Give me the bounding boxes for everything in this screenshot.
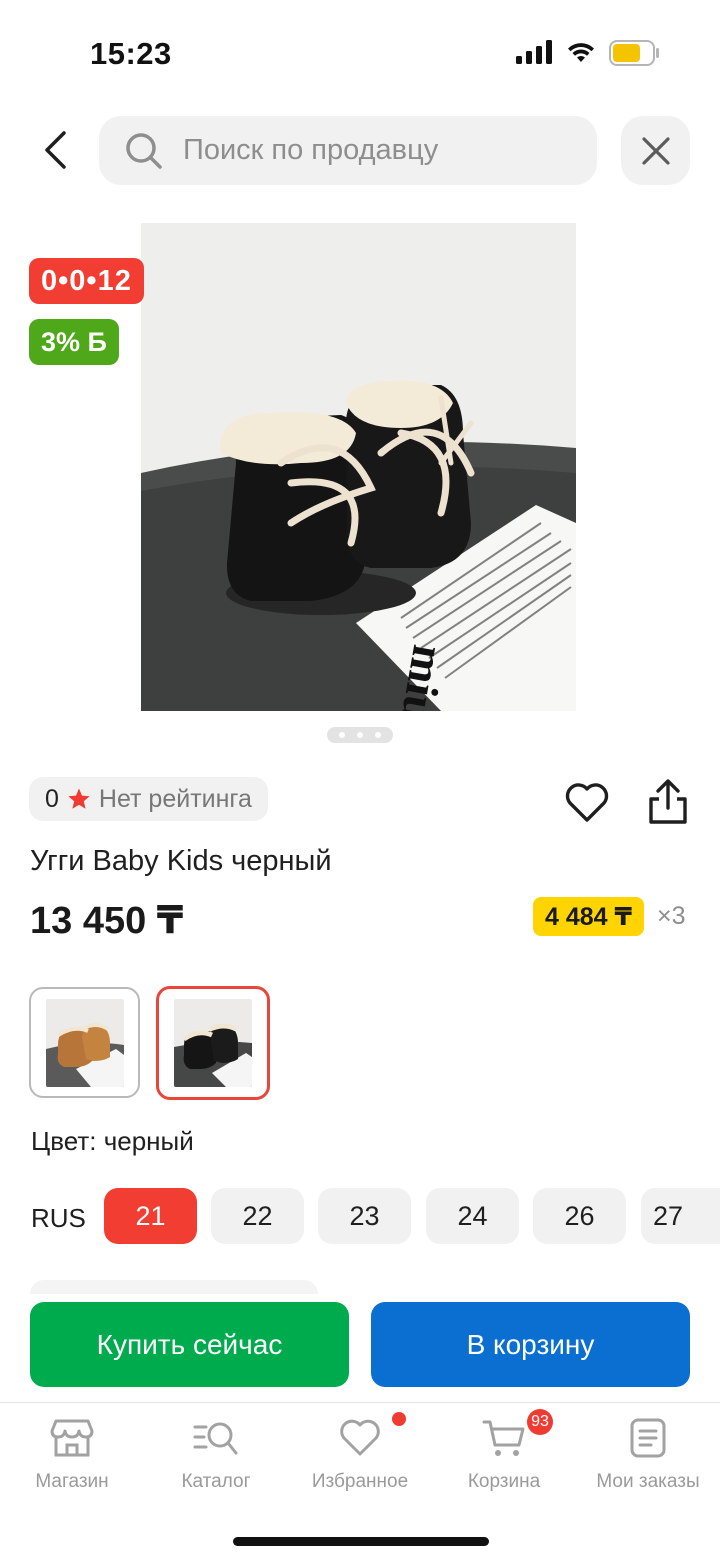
buy-now-button[interactable]: Купить сейчас bbox=[30, 1302, 349, 1387]
close-button[interactable] bbox=[621, 116, 690, 185]
size-option[interactable]: 26 bbox=[533, 1188, 626, 1244]
catalog-icon bbox=[193, 1422, 238, 1455]
color-option-black[interactable] bbox=[156, 986, 270, 1100]
size-option[interactable]: 24 bbox=[426, 1188, 519, 1244]
heart-icon bbox=[565, 783, 609, 822]
home-indicator[interactable] bbox=[233, 1537, 489, 1546]
share-button[interactable] bbox=[645, 778, 691, 826]
size-option[interactable]: 27 bbox=[641, 1188, 720, 1244]
search-input[interactable] bbox=[183, 134, 563, 167]
status-time: 15:23 bbox=[90, 36, 172, 71]
installment-multiplier: ×3 bbox=[657, 902, 686, 930]
tab-catalog[interactable]: Каталог bbox=[144, 1417, 288, 1493]
chevron-left-icon bbox=[45, 131, 66, 169]
share-icon bbox=[649, 779, 687, 824]
tab-label: Каталог bbox=[181, 1471, 251, 1492]
color-option-brown[interactable] bbox=[29, 987, 140, 1098]
add-to-cart-button[interactable]: В корзину bbox=[371, 1302, 690, 1387]
status-bar: 15:23 bbox=[0, 0, 720, 100]
store-icon bbox=[50, 1419, 94, 1457]
installment-price-badge[interactable]: 4 484 ₸ bbox=[533, 897, 644, 936]
tab-label: Корзина bbox=[467, 1471, 541, 1492]
cashback-badge: 3% Б bbox=[29, 319, 119, 365]
tab-label: Мои заказы bbox=[596, 1471, 700, 1492]
cart-icon bbox=[482, 1420, 525, 1456]
rating-chip[interactable]: 0 Нет рейтинга bbox=[29, 777, 268, 821]
timer-badge: 0•0•12 bbox=[29, 258, 144, 304]
wifi-icon bbox=[568, 43, 594, 62]
tab-store[interactable]: Магазин bbox=[0, 1417, 144, 1493]
search-icon bbox=[126, 132, 162, 169]
heart-icon bbox=[340, 1419, 380, 1456]
tab-favorites[interactable]: Избранное bbox=[288, 1417, 432, 1493]
image-pager bbox=[327, 727, 393, 743]
cellular-signal-icon bbox=[516, 40, 552, 64]
size-option[interactable]: 22 bbox=[211, 1188, 304, 1244]
star-icon bbox=[68, 788, 90, 809]
tab-label: Избранное bbox=[311, 1471, 409, 1492]
size-option[interactable]: 23 bbox=[318, 1188, 411, 1244]
product-image[interactable]: miu bbox=[141, 223, 576, 711]
favorite-button[interactable] bbox=[564, 780, 610, 826]
tab-orders[interactable]: Мои заказы bbox=[576, 1417, 720, 1493]
cart-count-badge: 93 bbox=[527, 1409, 553, 1435]
pager-dot bbox=[375, 732, 381, 738]
tab-label: Магазин bbox=[35, 1471, 109, 1492]
search-box[interactable] bbox=[99, 116, 597, 185]
favorites-dot-badge bbox=[392, 1412, 406, 1426]
size-scale-label[interactable]: RUS bbox=[31, 1203, 86, 1234]
pager-dot bbox=[339, 732, 345, 738]
close-icon bbox=[641, 136, 670, 165]
orders-icon bbox=[630, 1418, 666, 1458]
back-button[interactable] bbox=[30, 122, 80, 178]
rating-count: 0 bbox=[45, 784, 59, 813]
boots-photo: miu bbox=[141, 223, 576, 711]
partially-hidden-chip bbox=[30, 1280, 318, 1294]
battery-icon bbox=[609, 40, 659, 66]
thumbnail-image bbox=[174, 999, 252, 1087]
color-label: Цвет: черный bbox=[31, 1126, 194, 1156]
thumbnail-image bbox=[45, 998, 124, 1087]
rating-text: Нет рейтинга bbox=[98, 784, 252, 813]
tab-cart[interactable]: Корзина bbox=[432, 1417, 576, 1493]
product-title: Угги Baby Kids черный bbox=[30, 845, 332, 877]
size-option[interactable]: 21 bbox=[104, 1188, 197, 1244]
product-price: 13 450 ₸ bbox=[30, 900, 184, 942]
pager-dot bbox=[357, 732, 363, 738]
